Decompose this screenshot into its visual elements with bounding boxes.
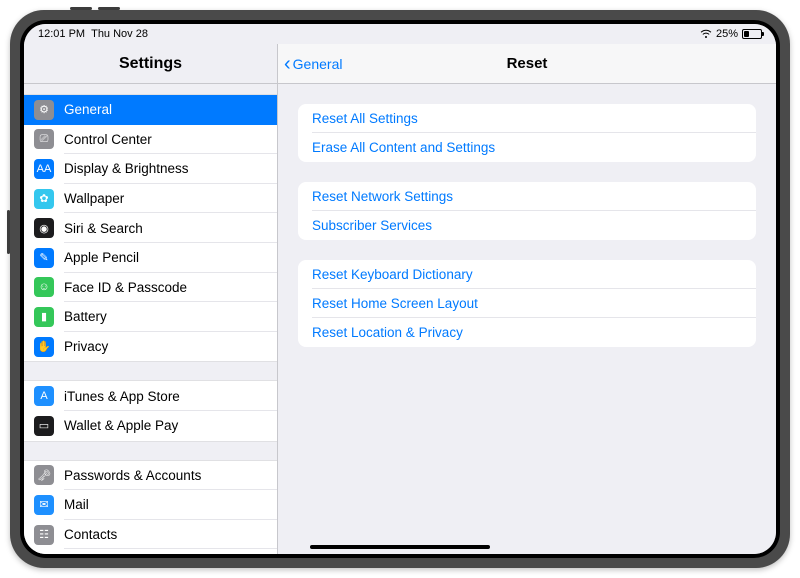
sidebar-list[interactable]: ⚙︎ General ⎚ Control Center AA Display & Brig… [24, 84, 277, 554]
reset-option-reset-location-privacy[interactable]: Reset Location & Privacy [298, 318, 756, 347]
privacy-icon: ✋ [34, 337, 54, 357]
wallpaper-icon: ✿ [34, 189, 54, 209]
detail-pane: ‹ General Reset Reset All SettingsErase … [278, 44, 776, 554]
sidebar-item-display[interactable]: AA Display & Brightness [24, 154, 277, 184]
sidebar-item-contacts[interactable]: ☷ Contacts [24, 520, 277, 550]
faceid-icon: ☺ [34, 277, 54, 297]
sidebar-item-label: Mail [64, 497, 89, 512]
reset-option-erase-all-content-and-settings[interactable]: Erase All Content and Settings [298, 133, 756, 162]
control-center-icon: ⎚ [34, 129, 54, 149]
contacts-icon: ☷ [34, 525, 54, 545]
sidebar-item-label: Apple Pencil [64, 250, 139, 265]
sidebar-item-wallet[interactable]: ▭ Wallet & Apple Pay [24, 411, 277, 441]
display-icon: AA [34, 159, 54, 179]
detail-title: Reset [278, 55, 776, 72]
reset-option-reset-home-screen-layout[interactable]: Reset Home Screen Layout [298, 289, 756, 318]
sidebar-item-general[interactable]: ⚙︎ General [24, 95, 277, 125]
sidebar-item-label: Contacts [64, 527, 117, 542]
detail-navbar: ‹ General Reset [278, 44, 776, 84]
sidebar-item-label: Siri & Search [64, 221, 143, 236]
reset-option-subscriber-services[interactable]: Subscriber Services [298, 211, 756, 240]
wallet-icon: ▭ [34, 416, 54, 436]
sidebar-item-control-center[interactable]: ⎚ Control Center [24, 125, 277, 155]
sidebar-item-label: Control Center [64, 132, 152, 147]
general-icon: ⚙︎ [34, 100, 54, 120]
status-right: 25% [700, 28, 762, 40]
sidebar-item-mail[interactable]: ✉ Mail [24, 490, 277, 520]
sidebar-item-siri[interactable]: ◉ Siri & Search [24, 213, 277, 243]
volume-up-hw [70, 7, 92, 10]
sidebar-item-label: Wallpaper [64, 191, 124, 206]
back-label: General [293, 56, 343, 72]
sidebar-item-calendar[interactable]: ▭Calendar [24, 549, 277, 554]
volume-down-hw [98, 7, 120, 10]
screen: 12:01 PM Thu Nov 28 25% Settings ⚙︎ Gener… [24, 24, 776, 554]
sidebar-item-label: iTunes & App Store [64, 389, 180, 404]
itunes-icon: A [34, 386, 54, 406]
sidebar-title: Settings [24, 44, 277, 84]
battery-icon: ▮ [34, 307, 54, 327]
detail-content[interactable]: Reset All SettingsErase All Content and … [278, 84, 776, 554]
home-indicator[interactable] [310, 545, 490, 549]
sidebar-item-passwords[interactable]: 🗝 Passwords & Accounts [24, 461, 277, 491]
sidebar-item-label: Wallet & Apple Pay [64, 418, 178, 433]
reset-option-reset-all-settings[interactable]: Reset All Settings [298, 104, 756, 133]
chevron-left-icon: ‹ [284, 54, 291, 74]
sidebar-item-label: Battery [64, 309, 107, 324]
sidebar-item-itunes[interactable]: AiTunes & App Store [24, 381, 277, 411]
status-date: Thu Nov 28 [91, 28, 148, 40]
status-battery-pct: 25% [716, 28, 738, 40]
passwords-icon: 🗝 [34, 465, 54, 485]
siri-icon: ◉ [34, 218, 54, 238]
wifi-icon [700, 28, 712, 40]
sidebar-item-label: Display & Brightness [64, 161, 189, 176]
sidebar-item-wallpaper[interactable]: ✿ Wallpaper [24, 184, 277, 214]
screen-bezel: 12:01 PM Thu Nov 28 25% Settings ⚙︎ Gener… [20, 20, 780, 558]
battery-icon [742, 29, 762, 39]
settings-sidebar: Settings ⚙︎ General ⎚ Control Center AA Displ… [24, 44, 278, 554]
sidebar-item-label: Privacy [64, 339, 108, 354]
reset-option-reset-network-settings[interactable]: Reset Network Settings [298, 182, 756, 211]
apple-pencil-icon: ✎ [34, 248, 54, 268]
reset-option-reset-keyboard-dictionary[interactable]: Reset Keyboard Dictionary [298, 260, 756, 289]
mail-icon: ✉ [34, 495, 54, 515]
sidebar-item-apple-pencil[interactable]: ✎ Apple Pencil [24, 243, 277, 273]
sidebar-item-privacy[interactable]: ✋ Privacy [24, 332, 277, 362]
power-hw [7, 210, 10, 254]
sidebar-item-label: General [64, 102, 112, 117]
status-bar: 12:01 PM Thu Nov 28 25% [24, 24, 776, 44]
status-time: 12:01 PM [38, 28, 85, 40]
sidebar-item-label: Passwords & Accounts [64, 468, 201, 483]
sidebar-item-faceid[interactable]: ☺ Face ID & Passcode [24, 273, 277, 303]
ipad-frame: 12:01 PM Thu Nov 28 25% Settings ⚙︎ Gener… [10, 10, 790, 568]
sidebar-item-battery[interactable]: ▮ Battery [24, 302, 277, 332]
back-button[interactable]: ‹ General [278, 54, 342, 74]
split-view: Settings ⚙︎ General ⎚ Control Center AA Displ… [24, 44, 776, 554]
sidebar-item-label: Face ID & Passcode [64, 280, 187, 295]
status-left: 12:01 PM Thu Nov 28 [38, 28, 148, 40]
